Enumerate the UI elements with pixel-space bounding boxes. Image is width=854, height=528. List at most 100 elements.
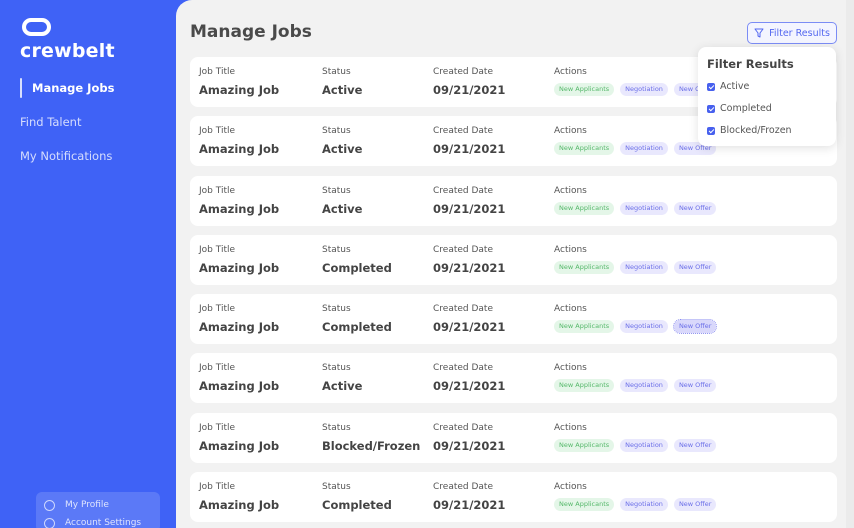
my-profile-link[interactable]: My Profile (44, 496, 152, 514)
new-applicants-chip[interactable]: New Applicants (554, 260, 615, 274)
status-value: Completed (322, 498, 392, 513)
job-title-value: Amazing Job (199, 320, 280, 335)
new-applicants-chip[interactable]: New Applicants (554, 142, 615, 156)
created-date-value: 09/21/2021 (433, 379, 506, 394)
sidebar-item-my-notifications[interactable]: My Notifications (20, 146, 114, 166)
created-date-label: Created Date (433, 304, 493, 315)
status-cell: Status Completed (322, 245, 392, 275)
negotiation-chip[interactable]: Negotiation (620, 498, 668, 512)
job-row[interactable]: Job Title Amazing Job Status Blocked/Fro… (190, 412, 837, 463)
account-settings-link[interactable]: Account Settings (44, 514, 152, 528)
job-title-cell: Job Title Amazing Job (199, 67, 279, 97)
filter-option-blocked-frozen[interactable]: Blocked/Frozen (707, 124, 827, 137)
new-applicants-chip[interactable]: New Applicants (554, 498, 615, 512)
scrollbar[interactable] (846, 0, 854, 528)
actions-cell: Actions New Applicants Negotiation New Off… (554, 245, 722, 274)
job-title-cell: Job Title Amazing Job (199, 186, 279, 216)
job-title-label: Job Title (199, 185, 236, 196)
created-date-cell: Created Date 09/21/2021 (433, 245, 505, 275)
sidebar-item-label: Find Talent (20, 115, 82, 129)
job-row[interactable]: Job Title Amazing Job Status Completed C… (190, 294, 837, 345)
profile-menu: My Profile Account Settings (36, 492, 160, 528)
status-cell: Status Active (322, 363, 362, 393)
created-date-label: Created Date (433, 482, 493, 493)
action-chips: New Applicants Negotiation New Offer (554, 142, 722, 156)
new-offer-chip[interactable]: New Offer (672, 319, 718, 335)
job-title-label: Job Title (199, 482, 236, 493)
created-date-value: 09/21/2021 (433, 201, 506, 216)
status-cell: Status Completed (322, 304, 392, 334)
negotiation-chip[interactable]: Negotiation (620, 379, 668, 393)
filter-option-label: Active (720, 81, 750, 92)
filter-icon (754, 28, 764, 38)
status-value: Completed (322, 320, 392, 335)
crewbelt-logo-icon (22, 18, 51, 36)
new-applicants-chip[interactable]: New Applicants (554, 83, 615, 96)
negotiation-chip[interactable]: Negotiation (620, 260, 668, 274)
status-value: Active (322, 142, 363, 157)
status-value: Active (322, 201, 363, 216)
status-cell: Status Blocked/Frozen (322, 423, 420, 453)
logo[interactable]: crewbelt (20, 16, 115, 61)
filter-option-label: Completed (720, 103, 772, 114)
created-date-value: 09/21/2021 (433, 260, 506, 275)
active-indicator (20, 78, 22, 98)
checkbox-checked-icon[interactable] (707, 104, 715, 113)
negotiation-chip[interactable]: Negotiation (620, 201, 668, 215)
filter-option-active[interactable]: Active (707, 80, 827, 93)
job-title-value: Amazing Job (199, 438, 280, 453)
filter-results-button[interactable]: Filter Results (747, 22, 837, 44)
profile-item-label: My Profile (65, 500, 109, 510)
sidebar-nav: Manage Jobs Find Talent My Notifications (20, 78, 114, 180)
new-applicants-chip[interactable]: New Applicants (554, 320, 615, 334)
created-date-value: 09/21/2021 (433, 438, 506, 453)
created-date-cell: Created Date 09/21/2021 (433, 67, 505, 97)
checkbox-checked-icon[interactable] (707, 82, 715, 91)
negotiation-chip[interactable]: Negotiation (620, 438, 668, 452)
job-title-cell: Job Title Amazing Job (199, 304, 279, 334)
actions-label: Actions (554, 422, 587, 433)
job-row[interactable]: Job Title Amazing Job Status Completed C… (190, 234, 837, 285)
new-applicants-chip[interactable]: New Applicants (554, 379, 615, 393)
negotiation-chip[interactable]: Negotiation (620, 142, 668, 156)
created-date-label: Created Date (433, 185, 493, 196)
new-offer-chip[interactable]: New Offer (673, 438, 717, 452)
job-title-value: Amazing Job (199, 142, 280, 157)
new-offer-chip[interactable]: New Offer (673, 201, 717, 215)
negotiation-chip[interactable]: Negotiation (620, 320, 668, 334)
actions-cell: Actions New Applicants Negotiation New Off… (554, 363, 722, 393)
new-applicants-chip[interactable]: New Applicants (554, 201, 615, 215)
job-row[interactable]: Job Title Amazing Job Status Active Crea… (190, 353, 837, 404)
sidebar-item-manage-jobs[interactable]: Manage Jobs (20, 78, 114, 98)
filter-button-label: Filter Results (769, 27, 830, 39)
job-title-cell: Job Title Amazing Job (199, 126, 279, 156)
sidebar-item-label: Manage Jobs (32, 81, 115, 95)
job-row[interactable]: Job Title Amazing Job Status Completed C… (190, 472, 837, 523)
actions-label: Actions (554, 244, 587, 255)
new-offer-chip[interactable]: New Offer (673, 498, 717, 512)
job-row[interactable]: Job Title Amazing Job Status Active Crea… (190, 175, 837, 226)
status-label: Status (322, 244, 351, 255)
checkbox-checked-icon[interactable] (707, 126, 715, 135)
created-date-value: 09/21/2021 (433, 320, 506, 335)
negotiation-chip[interactable]: Negotiation (620, 83, 668, 96)
new-offer-chip[interactable]: New Offer (673, 260, 717, 274)
status-label: Status (322, 304, 351, 315)
new-applicants-chip[interactable]: New Applicants (554, 438, 615, 452)
action-chips: New Applicants Negotiation New Offer (554, 319, 722, 335)
profile-item-label: Account Settings (65, 518, 142, 528)
new-offer-chip[interactable]: New Offer (673, 379, 717, 393)
job-title-label: Job Title (199, 67, 236, 77)
created-date-cell: Created Date 09/21/2021 (433, 126, 505, 156)
job-title-cell: Job Title Amazing Job (199, 482, 279, 512)
brand-name: crewbelt (20, 40, 115, 62)
created-date-value: 09/21/2021 (433, 83, 506, 97)
status-label: Status (322, 482, 351, 493)
status-cell: Status Active (322, 186, 362, 216)
job-title-label: Job Title (199, 126, 236, 137)
status-label: Status (322, 363, 351, 374)
status-label: Status (322, 422, 351, 433)
filter-option-completed[interactable]: Completed (707, 102, 827, 115)
action-chips: New Applicants Negotiation New Offer (554, 379, 722, 393)
sidebar-item-find-talent[interactable]: Find Talent (20, 112, 114, 132)
